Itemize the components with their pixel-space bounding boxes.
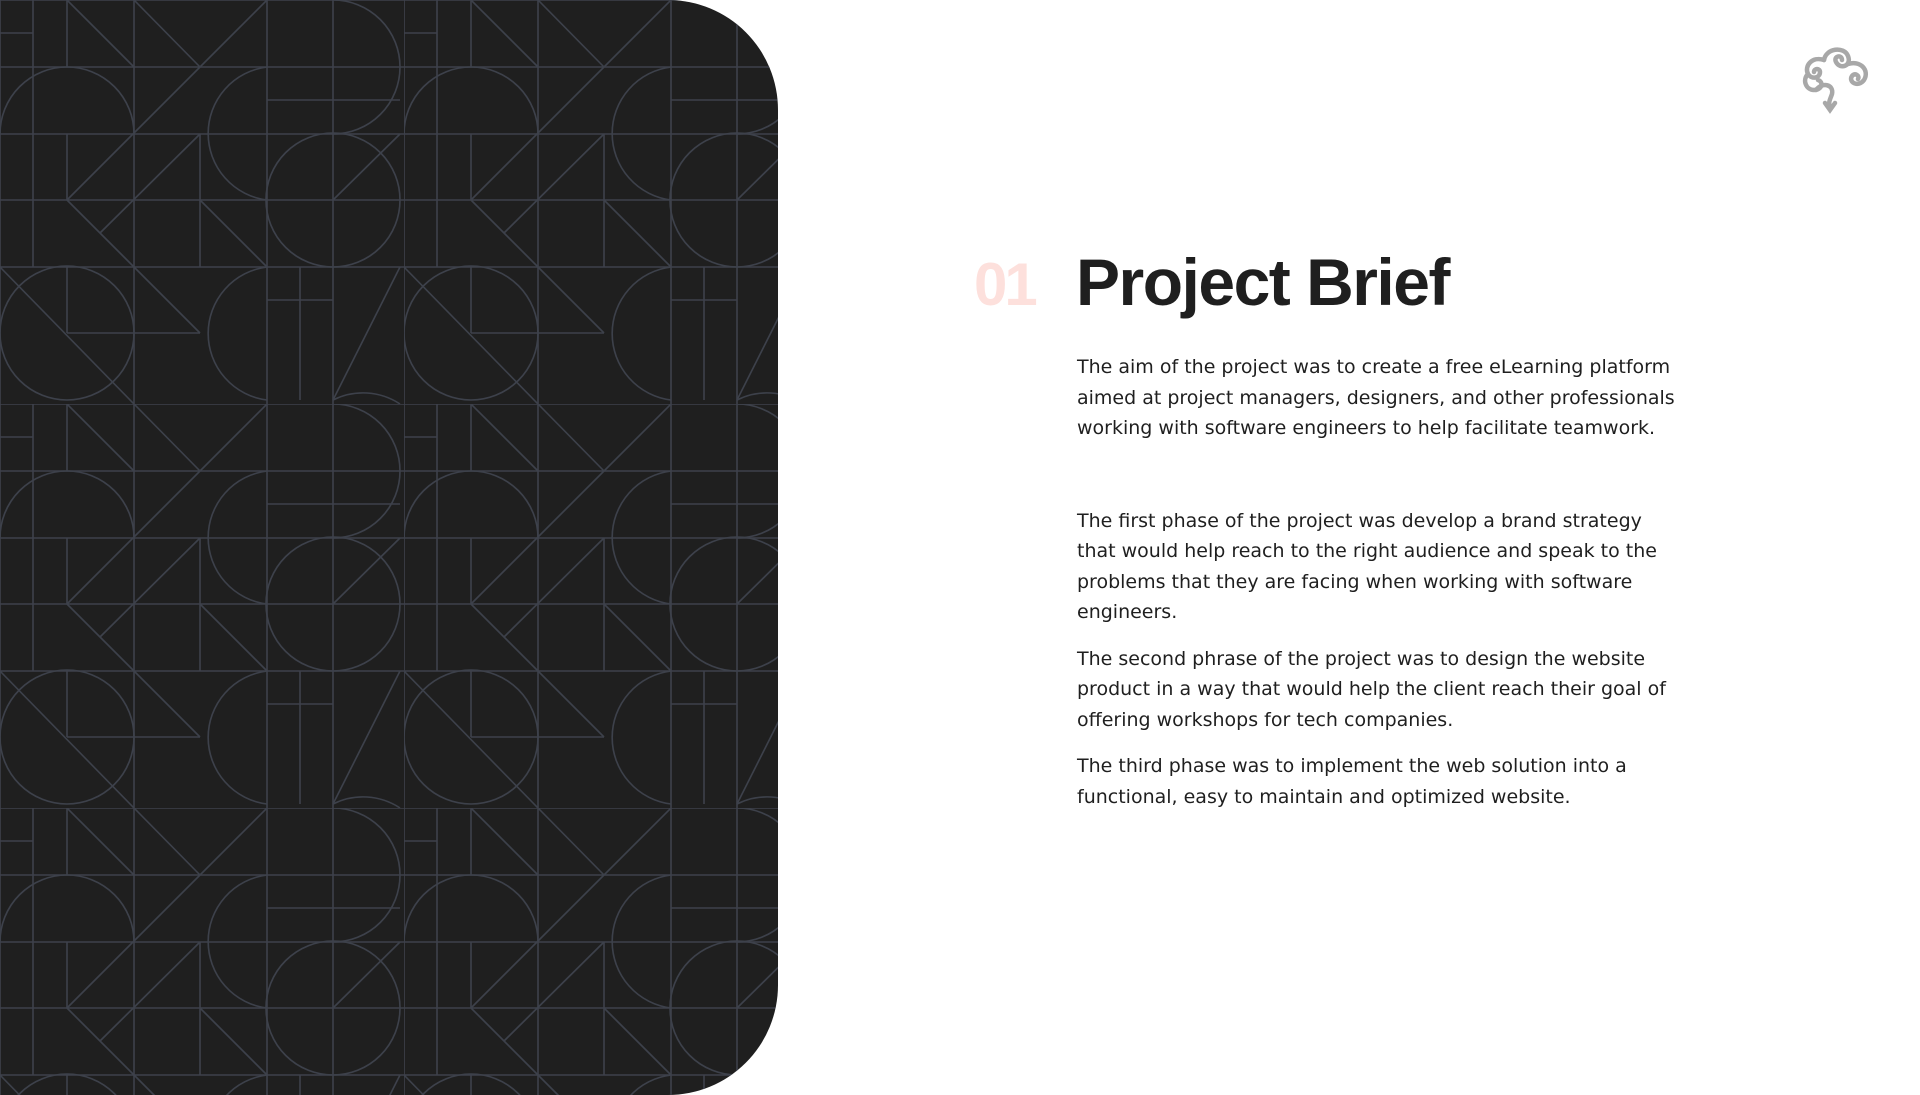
cloud-swirl-icon (1800, 42, 1876, 114)
paragraph-phase-3: The third phase was to implement the web… (1077, 755, 1627, 808)
section-number: 01 (974, 251, 1038, 318)
paragraph-aim: The aim of the project was to create a f… (1077, 356, 1675, 439)
geometric-pattern (0, 0, 778, 1095)
page-title: Project Brief (1076, 245, 1450, 319)
project-description: The aim of the project was to create a f… (1077, 352, 1677, 828)
paragraph-phase-1: The first phase of the project was devel… (1077, 509, 1657, 624)
paragraph-phase-2: The second phrase of the project was to … (1077, 647, 1666, 731)
pattern-panel (0, 0, 778, 1095)
